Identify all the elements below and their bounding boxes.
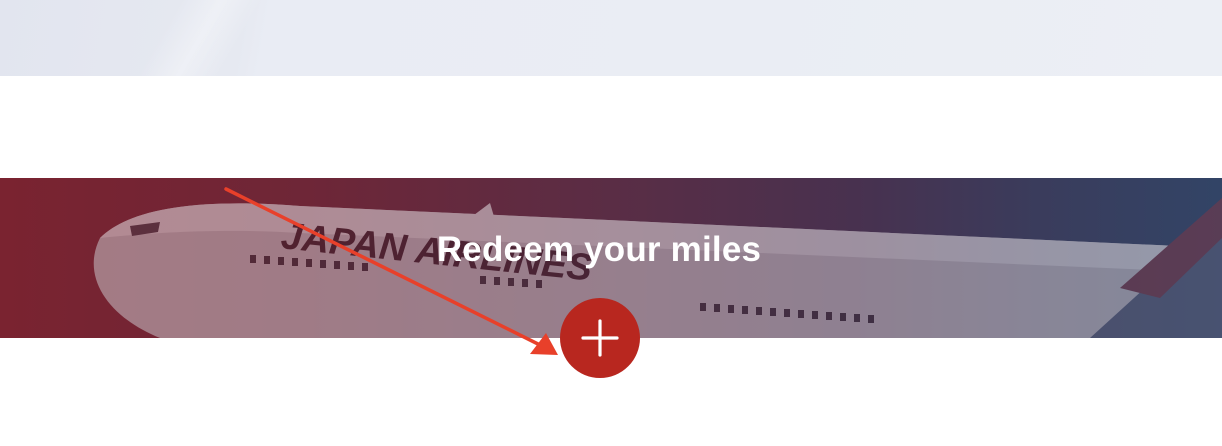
plus-icon — [581, 319, 619, 357]
page: JAPAN AIRLINES Redeem your miles — [0, 0, 1222, 446]
top-banner-band — [0, 0, 1222, 76]
banner-title: Redeem your miles — [436, 230, 762, 269]
expand-plus-button[interactable] — [560, 298, 640, 378]
